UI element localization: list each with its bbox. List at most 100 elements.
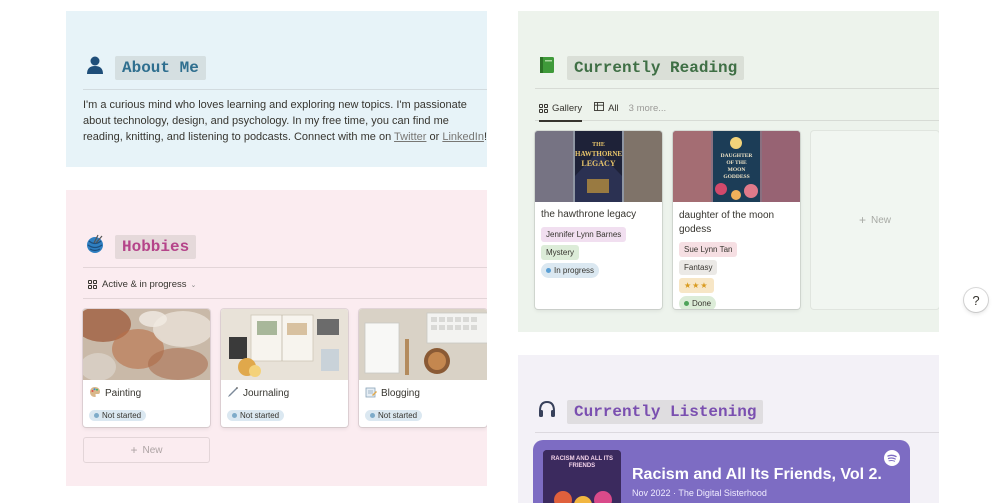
hobbies-view-label: Active & in progress [102,279,187,290]
about-text-end: ! [483,131,487,143]
new-label: New [142,444,163,456]
help-label: ? [972,292,980,308]
podcast-cover-image: RACISM AND ALL ITS FRIENDS [543,450,621,503]
tab-all-label: All [608,102,619,114]
hobby-card-title-text: Blogging [381,388,420,399]
reading-divider [535,88,939,89]
listening-title: Currently Listening [567,400,764,424]
podcast-title: Racism and All Its Friends, Vol 2. [632,466,882,483]
hobbies-title: Hobbies [115,235,197,259]
hobby-card-title: Journaling [221,386,348,401]
about-divider [83,89,487,90]
about-me-panel: About Me I'm a curious mind who loves le… [66,11,487,167]
cover-line: LEGACY [581,159,616,168]
hobby-card-blogging[interactable]: Blogging Not started [359,309,487,427]
currently-reading-panel: Currently Reading Gallery All 3 more... [518,11,939,332]
book-cover-title: THE HAWTHORNE LEGACY [575,141,622,168]
book-cover-image: DAUGHTER OF THE MOON GODDESS [673,131,800,202]
tab-gallery[interactable]: Gallery [539,102,583,122]
cover-line: MOON [727,167,746,173]
tab-gallery-label: Gallery [552,102,583,114]
about-me-heading: About Me [83,55,206,81]
plus-icon: + [858,213,866,227]
hobbies-divider [83,267,487,268]
pen-icon [227,386,239,401]
hobbies-view-divider [83,298,487,299]
linkedin-link[interactable]: LinkedIn [442,131,484,143]
status-dot [684,301,689,306]
palette-icon [89,386,101,401]
genre-tag: Mystery [541,245,579,260]
gallery-view-icon [539,103,548,113]
tab-all[interactable]: All [594,102,619,122]
hobbies-new-button[interactable]: + New [83,437,210,463]
chevron-down-icon: ⌄ [190,281,197,289]
gallery-view-icon [88,280,97,289]
status-badge: Not started [227,410,285,421]
reading-title: Currently Reading [567,56,745,80]
about-text-or: or [426,131,443,143]
hobbies-view-selector[interactable]: Active & in progress ⌄ [88,279,196,290]
rating-stars: ★★★ [679,278,714,293]
new-label: New [871,214,892,226]
hobby-card-title-text: Journaling [243,388,290,399]
book-cover-title: DAUGHTER OF THE MOON GODDESS [713,153,760,181]
cover-line: OF THE [726,160,747,166]
tab-more[interactable]: 3 more... [629,103,667,122]
status-badge: Not started [365,410,423,421]
cover-line: HAWTHORNE [575,150,623,158]
person-silhouette-icon [83,55,107,81]
status-text: Not started [378,411,418,420]
hobbies-heading: Hobbies [83,234,197,260]
currently-listening-panel: Currently Listening RACISM AND ALL ITS F… [518,355,939,503]
journaling-cover-image [221,309,348,380]
hobby-card-title-text: Painting [105,388,142,399]
book-title: the hawthrone legacy [541,209,637,220]
spotify-embed[interactable]: RACISM AND ALL ITS FRIENDS Racism and Al… [533,440,910,503]
book-cover-image: THE HAWTHORNE LEGACY [535,131,662,202]
painting-cover-image [83,309,210,380]
reading-heading: Currently Reading [535,55,745,81]
status-badge: Not started [89,410,147,421]
status-dot [232,413,237,418]
status-dot [94,413,99,418]
spotify-icon[interactable] [884,450,900,466]
yarn-ball-icon [83,234,107,260]
listening-heading: Currently Listening [535,399,764,425]
green-book-icon [535,55,559,81]
podcast-subtitle: Nov 2022 · The Digital Sisterhood [632,488,767,498]
book-card-hawthorne[interactable]: THE HAWTHORNE LEGACY the hawthrone legac… [535,131,662,309]
hobby-card-painting[interactable]: Painting Not started [83,309,210,427]
status-badge: Done [679,296,717,309]
plus-icon: + [130,443,138,457]
listening-divider [535,432,939,433]
notepad-icon [365,386,377,401]
blogging-cover-image [359,309,487,380]
hobby-card-title: Painting [83,386,210,401]
hobby-card-journaling[interactable]: Journaling Not started [221,309,348,427]
status-dot [546,268,551,273]
cover-line: THE [592,142,605,148]
author-tag: Sue Lynn Tan [679,242,738,257]
headphones-icon [535,399,559,425]
reading-new-button[interactable]: + New [811,131,939,309]
twitter-link[interactable]: Twitter [394,131,426,143]
status-text: Not started [102,411,142,420]
status-dot [370,413,375,418]
about-me-title: About Me [115,56,206,80]
about-me-text: I'm a curious mind who loves learning an… [83,97,487,145]
hobbies-panel: Hobbies Active & in progress ⌄ Painting [66,190,487,486]
status-text: Not started [240,411,280,420]
podcast-cover-text: RACISM AND ALL ITS FRIENDS [550,456,614,469]
cover-line: DAUGHTER [720,153,753,159]
status-text: In progress [554,266,595,275]
genre-tag: Fantasy [679,260,718,275]
cover-line: GODDESS [723,174,750,180]
reading-tabs-divider [535,120,939,121]
help-button[interactable]: ? [964,288,988,312]
status-badge: In progress [541,263,600,278]
author-tag: Jennifer Lynn Barnes [541,227,627,242]
book-card-daughter-moon[interactable]: DAUGHTER OF THE MOON GODDESS daughter of… [673,131,800,309]
hobby-card-title: Blogging [359,386,487,401]
table-view-icon [594,102,605,114]
